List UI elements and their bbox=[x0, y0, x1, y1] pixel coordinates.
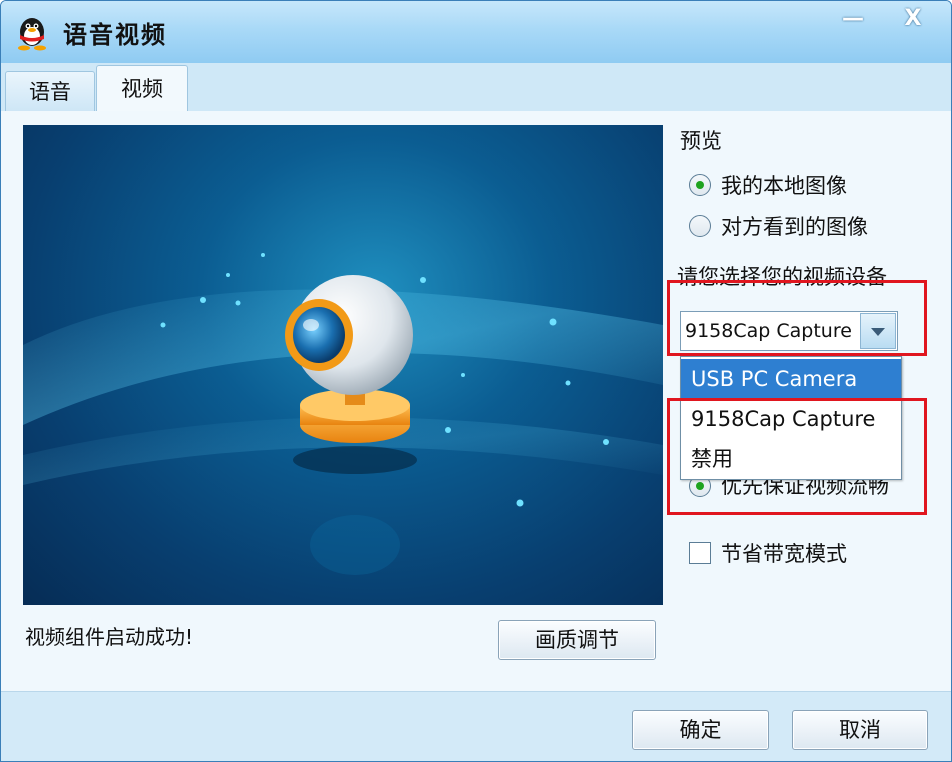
tab-strip: 语音 视频 bbox=[1, 63, 951, 113]
title-bar[interactable]: 语音视频 — X bbox=[1, 1, 951, 63]
tab-voice[interactable]: 语音 bbox=[5, 71, 95, 112]
status-message: 视频组件启动成功! bbox=[25, 625, 194, 649]
webcam-placeholder-image bbox=[23, 253, 663, 575]
ok-button[interactable]: 确定 bbox=[632, 710, 769, 750]
window-title: 语音视频 bbox=[63, 21, 167, 49]
annotation-highlight-dropdown bbox=[667, 398, 927, 515]
dialog-window: 语音视频 — X 语音 视频 预览 我的本地图像 对方看到的图像 请您选择您的视… bbox=[0, 0, 952, 762]
qq-penguin-icon bbox=[18, 18, 46, 51]
tab-video[interactable]: 视频 bbox=[96, 65, 188, 113]
radio-local-image-label[interactable]: 我的本地图像 bbox=[721, 170, 847, 200]
radio-remote-image-label[interactable]: 对方看到的图像 bbox=[721, 211, 868, 241]
preview-heading: 预览 bbox=[680, 129, 722, 153]
radio-local-image[interactable] bbox=[689, 174, 711, 196]
close-button[interactable]: X bbox=[893, 5, 933, 33]
radio-remote-image[interactable] bbox=[689, 215, 711, 237]
video-preview bbox=[23, 125, 663, 605]
minimize-button[interactable]: — bbox=[833, 5, 873, 33]
checkbox-bandwidth-saving[interactable] bbox=[689, 542, 711, 564]
cancel-button[interactable]: 取消 bbox=[792, 710, 928, 750]
checkbox-bandwidth-saving-label[interactable]: 节省带宽模式 bbox=[721, 538, 847, 568]
annotation-highlight-select bbox=[667, 280, 927, 356]
dropdown-item-usb-pc-camera[interactable]: USB PC Camera bbox=[681, 359, 901, 399]
quality-adjust-button[interactable]: 画质调节 bbox=[498, 620, 656, 660]
